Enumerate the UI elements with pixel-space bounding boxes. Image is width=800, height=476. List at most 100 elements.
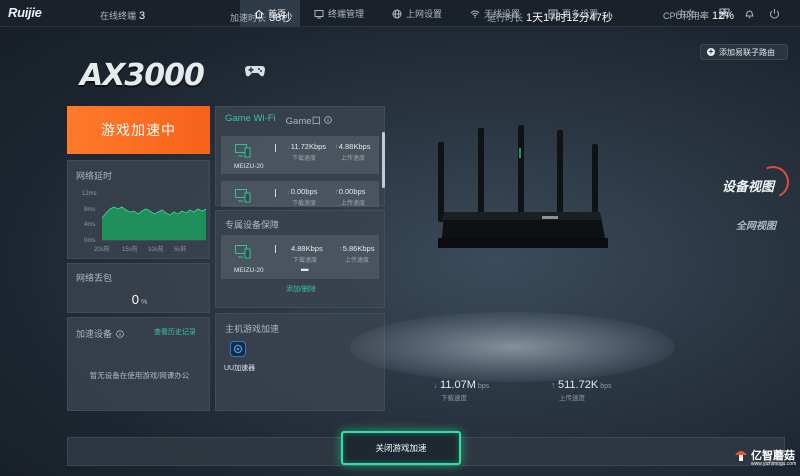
game-wifi-device-card[interactable]: ↓0.00bps 下载速度 ↑0.00bps 上传速度	[221, 181, 379, 207]
nav-internet-label: 上网设置	[406, 9, 443, 19]
latency-title: 网络延时	[76, 171, 113, 181]
router-image	[438, 125, 608, 248]
wan-download-label: 下载速度	[441, 395, 467, 402]
wan-upload: ↑ 511.72K bps 上传速度	[551, 379, 611, 402]
logout-icon[interactable]	[769, 8, 780, 19]
packet-loss-title: 网络丢包	[76, 273, 113, 283]
wifi-icon	[470, 10, 480, 18]
add-remove-link[interactable]: 添加/删除	[216, 284, 386, 294]
no-device-text: 暂无设备在使用游戏/网课办公	[89, 371, 190, 380]
info-icon[interactable]	[116, 329, 124, 338]
uptime-value: 1天17时12分47秒	[526, 12, 613, 24]
mushroom-logo-icon	[735, 451, 747, 461]
device-extra-indicator: ▬	[301, 264, 309, 273]
add-mesh-label: 添加易联子路由	[719, 47, 775, 57]
view-history-link[interactable]: 查看历史记录	[154, 327, 196, 337]
cpu-usage: CPU利用率 12%	[663, 9, 734, 22]
packet-loss-value: 0	[131, 292, 139, 307]
wan-upload-unit: bps	[600, 383, 612, 390]
divider	[275, 245, 276, 253]
device-name: MEIZU-20	[234, 163, 264, 170]
nav-internet[interactable]: 上网设置	[378, 0, 456, 27]
device-monitor-icon	[235, 245, 251, 259]
wan-download-unit: bps	[477, 383, 490, 390]
latency-xtick-5s: 5s前	[174, 245, 186, 253]
tab-game-port-label: Game口	[285, 116, 322, 127]
packet-loss-unit: %	[141, 299, 148, 306]
packet-loss-panel: 网络丢包 0%	[67, 263, 210, 313]
download-rate-wrap: ↓0.00bps	[287, 187, 317, 196]
upload-rate: 4.88Kbps	[338, 142, 371, 151]
tab-game-wifi[interactable]: Game Wi-Fi	[225, 113, 276, 127]
up-arrow-icon: ↑	[551, 380, 556, 390]
wan-upload-label: 上传速度	[559, 395, 585, 402]
terminal-icon	[314, 9, 324, 18]
wan-download-value: 11.07M	[440, 379, 476, 391]
dedicated-device-card[interactable]: MEIZU-20 4.88Kbps 下载速度 ↑5.86Kbps 上传速度 ▬	[221, 235, 379, 279]
divider	[275, 144, 276, 152]
packet-loss-value-wrap: 0%	[68, 292, 211, 307]
latency-xtick-15s: 15s前	[122, 245, 138, 253]
game-wifi-device-card[interactable]: MEIZU-20 ↓11.72Kbps 下载速度 ↑4.88Kbps 上传速度	[221, 136, 379, 174]
stop-game-accel-button[interactable]: 关闭游戏加速	[341, 431, 461, 465]
online-terminals-label: 在线终端	[100, 11, 137, 21]
game-wifi-panel: Game Wi-Fi Game口 MEIZU-20 ↓11.72Kbps 下载速…	[215, 106, 385, 207]
accel-duration-value: 38秒	[269, 12, 293, 24]
upload-rate: 0.00bps	[338, 187, 366, 196]
device-monitor-icon	[235, 189, 251, 203]
upload-rate-wrap: ↑4.88Kbps	[335, 142, 370, 151]
nav-terminal[interactable]: 终端管理	[300, 0, 378, 27]
game-tabs: Game Wi-Fi Game口	[225, 113, 332, 127]
watermark: 亿智蘑菇 www.yizhimogu.com	[734, 447, 796, 467]
add-mesh-router-button[interactable]: + 添加易联子路由	[700, 44, 788, 60]
dedicated-device-panel: 专属设备保障 MEIZU-20 4.88Kbps 下载速度 ↑5.86Kbps …	[215, 210, 385, 308]
accelerated-devices-panel: 加速设备 查看历史记录 暂无设备在使用游戏/网课办公	[67, 317, 210, 411]
tab-game-port[interactable]: Game口	[286, 113, 332, 127]
upload-rate-wrap: ↑0.00bps	[335, 187, 365, 196]
download-label: 下载速度	[292, 201, 317, 207]
upload-label: 上传速度	[341, 201, 366, 207]
accelerating-status-button[interactable]: 游戏加速中	[67, 106, 210, 154]
cpu-usage-label: CPU利用率	[663, 11, 710, 21]
gamepad-icon	[245, 66, 265, 77]
network-view-tab[interactable]: 全网视图	[736, 217, 776, 232]
uu-accelerator-icon[interactable]	[230, 341, 246, 357]
wan-upload-value: 511.72K	[558, 379, 599, 391]
scrollbar[interactable]	[382, 132, 385, 188]
upload-rate: 5.86Kbps	[342, 244, 375, 253]
upload-label: 上传速度	[345, 258, 370, 264]
download-rate: 4.88Kbps	[291, 244, 323, 253]
latency-xtick-10s: 10s前	[148, 245, 164, 253]
info-icon[interactable]	[324, 116, 332, 124]
latency-ytick-8: 8ms	[84, 207, 95, 213]
accel-devices-title: 加速设备	[76, 329, 113, 339]
uptime: 运行时长 1天17时12分47秒	[487, 9, 613, 25]
uu-accelerator-label: UU加速器	[224, 365, 256, 372]
down-arrow-icon: ↓	[433, 380, 438, 390]
divider	[275, 189, 276, 197]
latency-panel: 网络延时 12ms 8ms 4ms 0ms 20s前 15s前 10s前 5s前	[67, 160, 210, 259]
uptime-label: 运行时长	[487, 13, 524, 23]
download-rate-wrap: ↓11.72Kbps	[287, 142, 326, 151]
dedicated-device-title: 专属设备保障	[225, 220, 280, 230]
latency-chart: 12ms 8ms 4ms 0ms 20s前 15s前 10s前 5s前	[82, 191, 207, 253]
device-view-tab[interactable]: 设备视图	[722, 176, 774, 195]
download-rate: 11.72Kbps	[290, 142, 327, 151]
plus-icon: +	[707, 47, 715, 56]
device-monitor-icon	[235, 144, 251, 158]
model-name: AX3000	[80, 58, 205, 93]
latency-area	[102, 207, 206, 240]
nav-terminal-label: 终端管理	[328, 9, 365, 19]
bell-icon[interactable]	[744, 8, 755, 19]
watermark-site: www.yizhimogu.com	[751, 461, 797, 467]
console-accel-panel: 主机游戏加速	[215, 313, 385, 411]
download-label: 下载速度	[293, 258, 318, 264]
console-accel-title: 主机游戏加速	[225, 324, 280, 334]
latency-ytick-12: 12ms	[82, 191, 97, 197]
accel-duration: 加速时长 38秒	[230, 9, 292, 25]
cpu-usage-value: 12%	[712, 10, 735, 22]
wan-download: ↓ 11.07M bps 下载速度	[433, 379, 489, 402]
device-name: MEIZU-20	[234, 267, 264, 274]
latency-ytick-4: 4ms	[84, 222, 95, 228]
ruijie-logo[interactable]: Ruijie	[8, 5, 42, 20]
